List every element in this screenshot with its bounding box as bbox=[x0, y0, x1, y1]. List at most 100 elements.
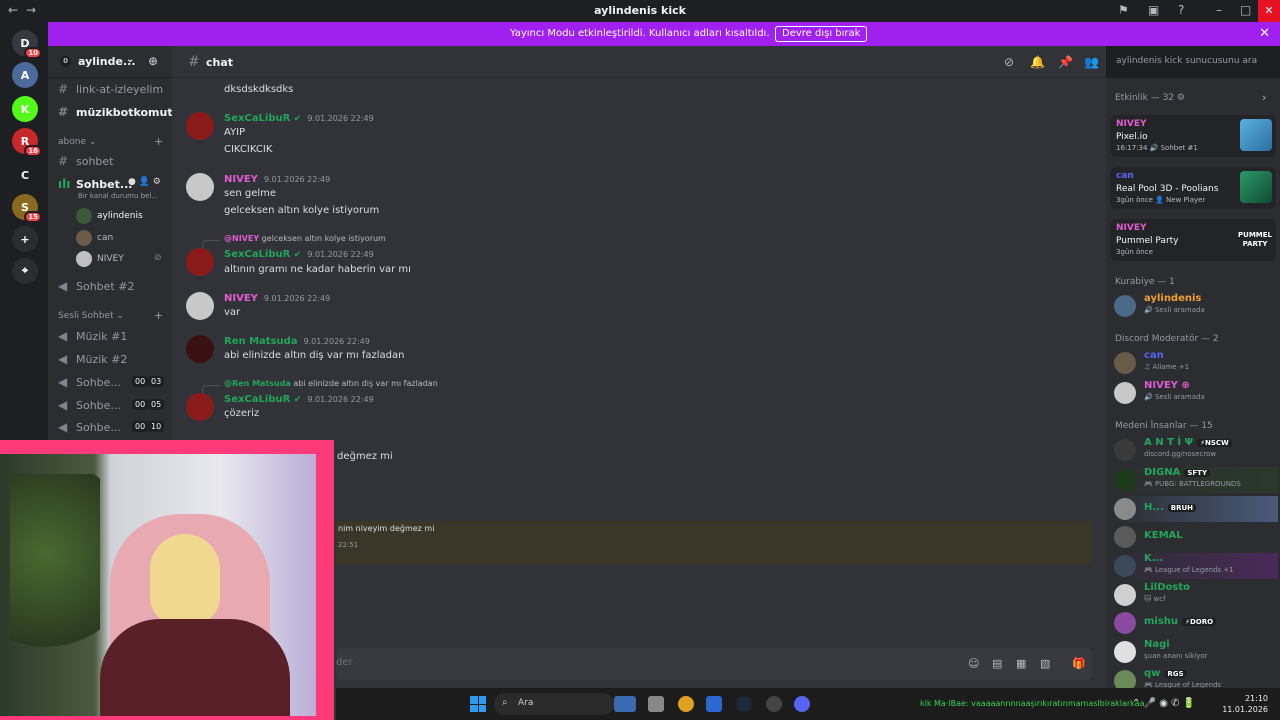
voice-channel-muzik-1[interactable]: ◀ Müzik #1 bbox=[58, 329, 127, 343]
server-icon[interactable]: K bbox=[12, 96, 38, 122]
server-header[interactable]: 0 aylinde... ⌄ ⊕ bbox=[48, 46, 172, 78]
minimize-icon[interactable]: – bbox=[1216, 3, 1222, 17]
file-explorer-icon[interactable] bbox=[648, 696, 664, 712]
member-row[interactable]: can ♫ Allame +1 bbox=[1114, 350, 1278, 376]
avatar[interactable] bbox=[186, 335, 214, 363]
voice-channel-active[interactable]: ılı Sohbet... bbox=[58, 177, 132, 191]
member-name: LilDosto bbox=[1144, 582, 1191, 593]
message-author[interactable]: SexCaLibuR ✔ 9.01.2026 22:49 bbox=[224, 113, 374, 124]
server-icon[interactable]: S 15 bbox=[12, 194, 42, 223]
windows-start-icon[interactable] bbox=[470, 696, 486, 712]
webcam-feed bbox=[0, 454, 316, 716]
member-row[interactable]: aylindenis 🔊 Sesli aramada bbox=[1114, 293, 1278, 319]
gift-icon[interactable]: 🎁 bbox=[1072, 657, 1086, 670]
screen-icon[interactable]: ▣ bbox=[1148, 3, 1159, 17]
member-row[interactable]: NIVEY ⊕ 🔊 Sesli aramada bbox=[1114, 380, 1278, 406]
voice-channel-sohbe[interactable]: ◀ Sohbe... bbox=[58, 375, 121, 389]
user-limit-count: 00 bbox=[132, 376, 149, 387]
server-icon[interactable]: C bbox=[12, 162, 38, 188]
activity-card[interactable]: can Real Pool 3D - Poolians 3gün önce 👤 … bbox=[1110, 167, 1276, 209]
voice-channel-sohbe[interactable]: ◀ Sohbe... bbox=[58, 420, 121, 434]
category-sesli-sohbet[interactable]: Sesli Sohbet ⌄ bbox=[58, 311, 124, 321]
close-banner-icon[interactable]: ✕ bbox=[1259, 26, 1270, 41]
channel-chat-icon[interactable]: ● 👤 ⚙ bbox=[128, 177, 161, 187]
voice-channel-muzik-2[interactable]: ◀ Müzik #2 bbox=[58, 352, 127, 366]
channel-link-at-izleyelim[interactable]: # link-at-izleyelim bbox=[58, 82, 163, 96]
channel-sohbet[interactable]: # sohbet bbox=[58, 154, 114, 168]
member-row[interactable]: LilDosto 🐱 wcf bbox=[1114, 582, 1278, 608]
discord-icon[interactable] bbox=[794, 696, 810, 712]
category-abone[interactable]: abone ⌄ bbox=[58, 137, 96, 147]
add-channel-icon[interactable]: + bbox=[154, 309, 163, 322]
member-row[interactable]: K... 🎮 League of Legends +1 bbox=[1114, 553, 1278, 579]
member-row[interactable]: Nagi şuan ananı sikiyor bbox=[1114, 639, 1278, 665]
invite-icon[interactable]: ⊕ bbox=[148, 54, 158, 68]
activity-card[interactable]: NIVEY Pummel Party 3gün önce PUMMEL PART… bbox=[1110, 219, 1276, 261]
avatar[interactable] bbox=[186, 112, 214, 140]
member-row[interactable]: A N T İ Ψ ⚡NSCW discord.gg/nosecrow bbox=[1114, 437, 1278, 463]
members-icon[interactable]: 👥 bbox=[1084, 55, 1099, 69]
server-icon[interactable]: ⌖ bbox=[12, 258, 38, 284]
member-row[interactable]: mishu ⚡DORO bbox=[1114, 610, 1278, 636]
obs-icon[interactable] bbox=[766, 696, 782, 712]
system-tray-icons[interactable]: ⌃ 🎤 ◉ ✆ 🔋 bbox=[1132, 698, 1195, 709]
app-icon[interactable] bbox=[614, 696, 636, 712]
message-author[interactable]: SexCaLibuR ✔ 9.01.2026 22:49 bbox=[224, 249, 374, 260]
message-text: altının gramı ne kadar haberin var mı bbox=[224, 264, 411, 275]
help-icon[interactable]: ? bbox=[1178, 3, 1184, 17]
avatar bbox=[1114, 498, 1136, 520]
server-icon[interactable]: D 10 bbox=[12, 30, 42, 59]
message-composer[interactable]: der ☺ ▤ ▦ ▧ 🎁 bbox=[336, 648, 1092, 680]
avatar[interactable] bbox=[186, 248, 214, 276]
add-channel-icon[interactable]: + bbox=[154, 135, 163, 148]
message-author[interactable]: SexCaLibuR ✔ 9.01.2026 22:49 bbox=[224, 394, 374, 405]
chrome-icon[interactable] bbox=[678, 696, 694, 712]
reply-author: @NIVEY bbox=[224, 234, 260, 243]
avatar bbox=[1114, 469, 1136, 491]
member-row[interactable]: DIGNA SFTY 🎮 PUBG: BATTLEGROUNDS bbox=[1114, 467, 1278, 493]
inbox-icon[interactable]: ⚑ bbox=[1118, 3, 1129, 17]
avatar[interactable] bbox=[186, 173, 214, 201]
server-icon[interactable]: R 16 bbox=[12, 128, 42, 157]
voice-channel-sohbe[interactable]: ◀ Sohbe... bbox=[58, 398, 121, 412]
member-row[interactable]: H... BRUH bbox=[1114, 496, 1278, 522]
emoji-icon[interactable]: ☺ bbox=[968, 657, 979, 670]
avatar[interactable] bbox=[186, 393, 214, 421]
message-text: gelceksen altın kolye istiyorum bbox=[224, 205, 380, 216]
avatar[interactable] bbox=[186, 292, 214, 320]
bell-icon[interactable]: 🔔 bbox=[1030, 55, 1045, 69]
pin-icon[interactable]: 📌 bbox=[1058, 55, 1073, 69]
voice-status-text[interactable]: Bir kanal durumu bel... bbox=[78, 192, 158, 200]
maximize-icon[interactable]: □ bbox=[1240, 3, 1251, 17]
store-icon[interactable] bbox=[706, 696, 722, 712]
close-window-icon[interactable]: ✕ bbox=[1258, 0, 1280, 22]
channel-muzikbotkomut[interactable]: # müzikbotkomut bbox=[58, 105, 173, 119]
voice-user[interactable]: NIVEY bbox=[76, 251, 124, 267]
member-row[interactable]: KEMAL bbox=[1114, 524, 1278, 550]
sticker-icon[interactable]: ▦ bbox=[1016, 657, 1026, 670]
reply-author: @Ren Matsuda bbox=[224, 379, 291, 388]
server-icon[interactable]: + bbox=[12, 226, 38, 252]
author-name: SexCaLibuR bbox=[224, 249, 291, 260]
message-author[interactable]: Ren Matsuda 9.01.2026 22:49 bbox=[224, 336, 370, 347]
message-author[interactable]: NIVEY 9.01.2026 22:49 bbox=[224, 174, 330, 185]
reply-preview[interactable]: @NIVEY gelceksen altın kolye istiyorum bbox=[224, 234, 386, 243]
member-status: 🎮 PUBG: BATTLEGROUNDS bbox=[1144, 480, 1241, 488]
server-icon[interactable]: A bbox=[12, 62, 38, 88]
message-text: dksdskdksdks bbox=[224, 84, 294, 95]
threads-icon[interactable]: ⊘ bbox=[1004, 55, 1014, 69]
voice-user[interactable]: can bbox=[76, 230, 113, 246]
voice-channel-sohbet-2[interactable]: ◀ Sohbet #2 bbox=[58, 279, 134, 293]
voice-user[interactable]: aylindenis bbox=[76, 208, 143, 224]
message-author[interactable]: NIVEY 9.01.2026 22:49 bbox=[224, 293, 330, 304]
reply-preview[interactable]: @Ren Matsuda abi elinizde altın diş var … bbox=[224, 379, 438, 388]
activity-card[interactable]: NIVEY Pixel.io 16:17:34 🔊 Sohbet #1 bbox=[1110, 115, 1276, 157]
steam-icon[interactable] bbox=[736, 696, 752, 712]
taskbar-search[interactable]: ⌕ Ara bbox=[494, 693, 614, 715]
search-input[interactable]: aylindenis kick sunucusunu ara bbox=[1110, 52, 1272, 72]
chevron-right-icon[interactable]: › bbox=[1262, 91, 1266, 104]
image-icon[interactable]: ▧ bbox=[1040, 657, 1050, 670]
gif-icon[interactable]: ▤ bbox=[992, 657, 1002, 670]
disable-streamer-mode-button[interactable]: Devre dışı bırak bbox=[775, 26, 868, 42]
clock[interactable]: 21:10 11.01.2026 bbox=[1222, 693, 1268, 715]
